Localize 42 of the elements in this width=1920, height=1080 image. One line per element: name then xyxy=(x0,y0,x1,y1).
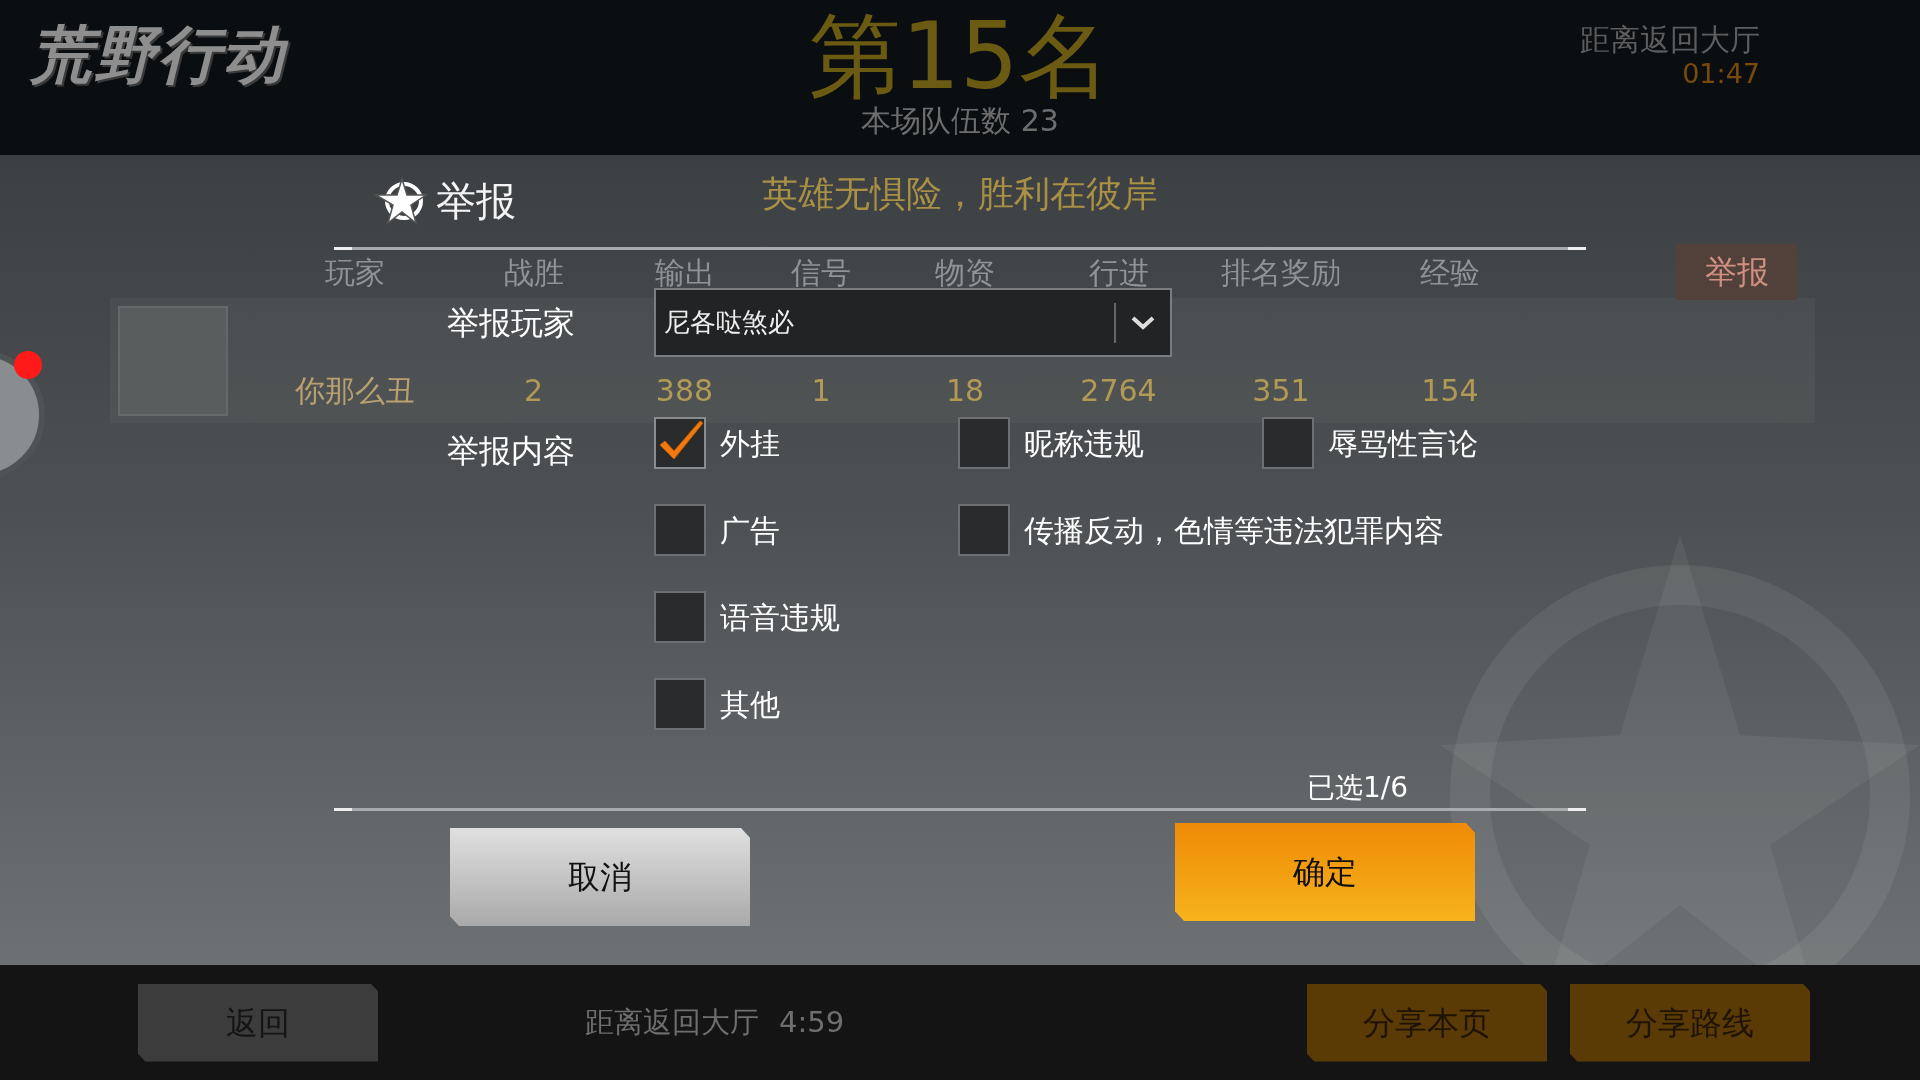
confirm-button[interactable]: 确定 xyxy=(1175,823,1475,921)
table-cell-text: 351 xyxy=(1251,372,1311,410)
player-label: 举报玩家 xyxy=(447,302,576,344)
countdown-label: 距离返回大厅 xyxy=(1580,22,1760,58)
option-label: 外挂 xyxy=(720,424,780,463)
notification-dot xyxy=(14,351,42,379)
checkbox[interactable] xyxy=(654,417,706,469)
player-name: 你那么丑 xyxy=(294,372,416,410)
checkbox[interactable] xyxy=(958,504,1010,556)
cancel-button[interactable]: 取消 xyxy=(450,828,750,926)
option-label: 语音违规 xyxy=(720,598,840,637)
column-header: 玩家 xyxy=(324,253,386,292)
option-label: 辱骂性言论 xyxy=(1328,424,1478,463)
option-label: 传播反动，色情等违法犯罪内容 xyxy=(1024,511,1444,550)
table-cell-text: 154 xyxy=(1420,372,1480,410)
column-header: 经验 xyxy=(1419,253,1481,292)
checkbox[interactable] xyxy=(654,678,706,730)
countdown-timer: 01:47 xyxy=(1682,58,1760,91)
player-dropdown[interactable]: 尼各哒煞必 xyxy=(654,288,1172,357)
countdown-label: 距离返回大厅 xyxy=(585,1003,759,1041)
column-header: 排名奖励 xyxy=(1220,253,1342,292)
checkbox[interactable] xyxy=(1262,417,1314,469)
dropdown-value: 尼各哒煞必 xyxy=(664,306,794,339)
checkbox[interactable] xyxy=(654,591,706,643)
slogan-text: 英雄无惧险，胜利在彼岸 xyxy=(762,172,1158,216)
column-header: 战胜 xyxy=(502,253,565,292)
table-cell-text: 18 xyxy=(944,372,986,410)
star-logo-icon xyxy=(374,177,430,225)
countdown-timer: 4:59 xyxy=(779,1003,845,1041)
option-label: 广告 xyxy=(720,511,780,550)
table-cell-text: 2 xyxy=(522,372,545,410)
content-label: 举报内容 xyxy=(447,431,576,472)
table-cell-text: 1 xyxy=(810,372,832,410)
checkbox[interactable] xyxy=(958,417,1010,469)
checkbox[interactable] xyxy=(654,504,706,556)
selected-count-text: 已选1/6 xyxy=(1305,770,1409,806)
option-label: 昵称违规 xyxy=(1024,424,1144,463)
dialog-title: 举报 xyxy=(436,177,516,226)
table-cell-text: 388 xyxy=(654,372,715,410)
table-cell-text: 2764 xyxy=(1079,372,1158,410)
option-label: 其他 xyxy=(720,685,780,724)
report-button[interactable]: 举报 xyxy=(1676,244,1797,300)
